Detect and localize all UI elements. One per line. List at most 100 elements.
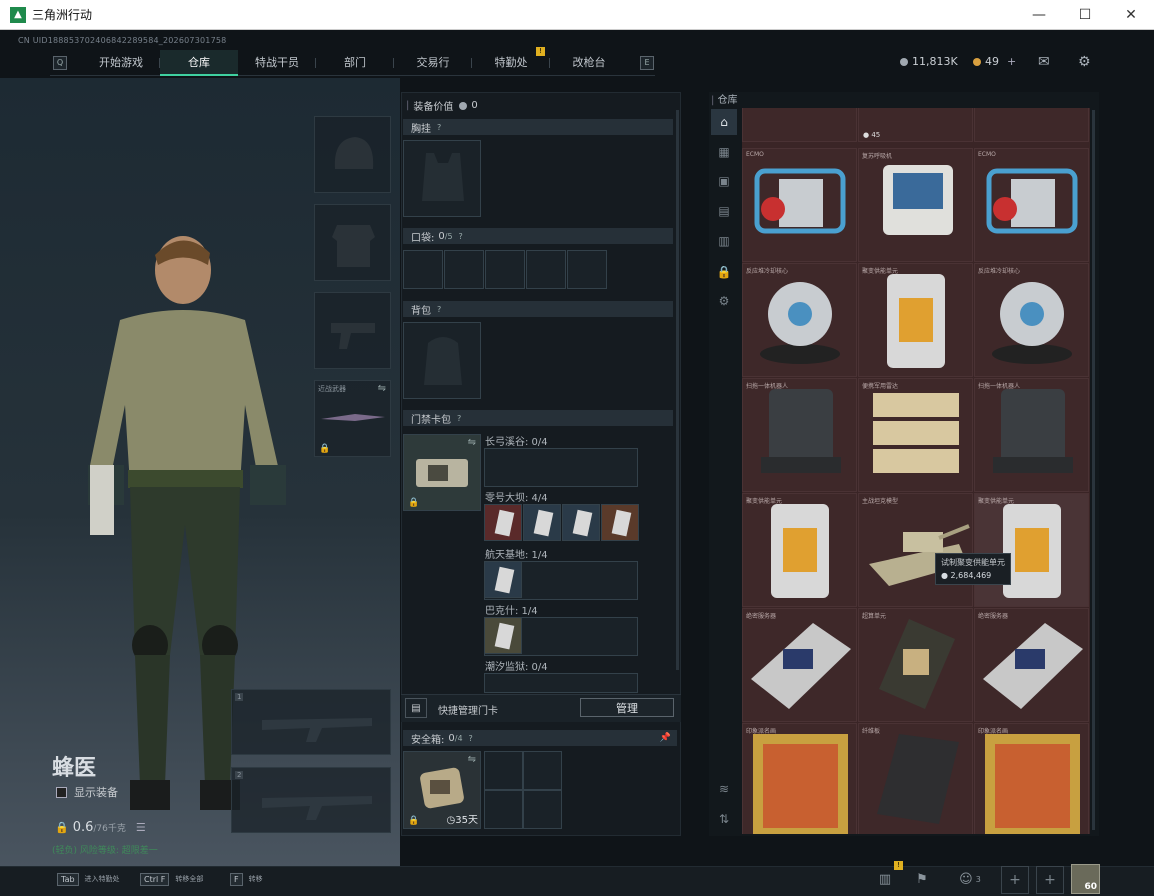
safe-slot[interactable] xyxy=(523,790,562,829)
settings-gear-icon[interactable]: ⚙ xyxy=(1078,54,1091,70)
maximize-button[interactable]: ☐ xyxy=(1062,0,1108,30)
add-currency-icon[interactable]: + xyxy=(1007,55,1016,68)
hint-transfer-all[interactable]: Ctrl F 转移全部 xyxy=(140,868,203,890)
pin-icon[interactable]: 📌 xyxy=(660,733,671,743)
swap-icon[interactable]: ⇋ xyxy=(468,754,476,765)
invite-slot-button[interactable]: + xyxy=(1036,866,1064,894)
helmet-slot[interactable] xyxy=(314,116,391,193)
warehouse-item-painting[interactable]: 印象派名画 xyxy=(742,723,857,834)
warehouse-item-painting[interactable]: 印象派名画 xyxy=(974,723,1089,834)
manage-button[interactable]: 管理 xyxy=(580,698,674,717)
swap-icon[interactable]: ⇋ xyxy=(468,437,476,448)
primary-weapon-slot-2[interactable]: 2 xyxy=(231,767,391,833)
keycard-row-label: 巴克什: 1/4 xyxy=(485,606,538,617)
keycard-item[interactable] xyxy=(484,504,522,541)
warehouse-item-robot-vacuum[interactable]: 扫拖一体机器人 xyxy=(974,378,1089,492)
keycard-item[interactable] xyxy=(523,504,561,541)
help-icon[interactable]: ? xyxy=(469,734,473,743)
layers-icon[interactable]: ≋ xyxy=(711,776,737,802)
gear-filter-icon[interactable]: ⚙ xyxy=(711,288,737,314)
keycard-manage-icon[interactable]: ▤ xyxy=(405,698,427,718)
player-avatar[interactable]: 60 xyxy=(1071,864,1100,894)
warehouse-item-radar[interactable]: 便携军用雷达 xyxy=(858,378,973,492)
show-gear-toggle[interactable]: 显示装备 xyxy=(56,784,118,800)
warehouse-item-ecmo[interactable]: ECMO xyxy=(742,148,857,262)
pocket-slot[interactable] xyxy=(403,250,443,289)
items-filter-icon[interactable]: ▥ xyxy=(711,228,737,254)
help-icon[interactable]: ? xyxy=(459,232,463,241)
hint-special-ops[interactable]: Tab 进入特勤处 xyxy=(57,868,120,890)
pistol-slot[interactable] xyxy=(314,292,391,369)
tab-gunsmith[interactable]: 改枪台 xyxy=(550,50,628,76)
keycard-pack-slot[interactable]: ⇋ 🔒 xyxy=(403,434,481,511)
warehouse-item-reactor-core[interactable]: 反应堆冷却核心 xyxy=(742,263,857,377)
lock-filter-icon[interactable]: 🔒 xyxy=(711,259,737,285)
warehouse-item-fusion-unit[interactable]: 聚变供能单元 xyxy=(858,263,973,377)
warehouse-home-icon[interactable]: ⌂ xyxy=(711,109,737,135)
minimize-button[interactable]: — xyxy=(1016,0,1062,30)
safe-slot[interactable] xyxy=(484,790,523,829)
warehouse-item-reactor-core[interactable]: 反应堆冷却核心 xyxy=(974,263,1089,377)
backpack-slot[interactable] xyxy=(403,322,481,399)
pocket-slot[interactable] xyxy=(567,250,607,289)
warehouse-item-fusion-unit[interactable]: 聚变供能单元 xyxy=(742,493,857,607)
pocket-slot[interactable] xyxy=(444,250,484,289)
warehouse-item[interactable] xyxy=(974,108,1089,142)
warehouse-item-server[interactable]: 绝密服务器 xyxy=(974,608,1089,722)
warehouse-item-fusion-unit[interactable]: 聚变供能单元 xyxy=(974,493,1089,607)
pocket-slot[interactable] xyxy=(485,250,525,289)
warehouse-item-tank-model[interactable]: 主战坦克模型 xyxy=(858,493,973,607)
keycard-item[interactable] xyxy=(484,617,522,654)
list-icon[interactable]: ☰ xyxy=(136,821,146,834)
close-button[interactable]: ✕ xyxy=(1108,0,1154,30)
warehouse-item-robot-vacuum[interactable]: 扫拖一体机器人 xyxy=(742,378,857,492)
safe-slot[interactable] xyxy=(484,751,523,790)
warehouse-item-supercomputer[interactable]: 超算单元 xyxy=(858,608,973,722)
safe-box-slot[interactable]: ⇋ 🔒 ◷35天 xyxy=(403,751,481,829)
keycard-item[interactable] xyxy=(562,504,600,541)
help-icon[interactable]: ? xyxy=(437,123,441,132)
flag-icon[interactable]: ⚑ xyxy=(908,868,936,890)
checkbox-icon[interactable] xyxy=(56,786,67,798)
warehouse-item[interactable]: ● 45 xyxy=(858,108,973,142)
pocket-slot[interactable] xyxy=(526,250,566,289)
loadout-scrollbar[interactable] xyxy=(676,110,679,670)
tab-warehouse[interactable]: 仓库 xyxy=(160,49,238,76)
mail-icon[interactable]: ✉ xyxy=(1038,54,1050,70)
armor-filter-icon[interactable]: ▣ xyxy=(711,168,737,194)
tab-department[interactable]: 部门 xyxy=(316,50,394,76)
stats-chart-icon[interactable]: ▥ xyxy=(871,868,899,890)
item-tooltip: 试制聚变供能单元 ● 2,684,469 xyxy=(935,553,1011,585)
keycard-row[interactable] xyxy=(484,448,638,487)
fusion-unit-icon xyxy=(1003,504,1061,598)
keycard-row[interactable] xyxy=(484,673,638,693)
tab-start-game[interactable]: 开始游戏 xyxy=(82,50,160,76)
safe-slot[interactable] xyxy=(523,751,562,790)
help-icon[interactable]: ? xyxy=(457,414,461,423)
invite-slot-button[interactable]: + xyxy=(1001,866,1029,894)
ammo-filter-icon[interactable]: ▤ xyxy=(711,198,737,224)
weapons-filter-icon[interactable]: ▦ xyxy=(711,139,737,165)
team-button[interactable]: ☺ 3 xyxy=(950,868,990,890)
section-label: 门禁卡包 xyxy=(411,414,451,426)
keycard-item[interactable] xyxy=(484,561,522,598)
chest-rig-slot[interactable] xyxy=(403,140,481,217)
warehouse-item-server[interactable]: 绝密服务器 xyxy=(742,608,857,722)
warehouse-item-ventilator[interactable]: 复苏呼吸机 xyxy=(858,148,973,262)
section-label: 背包 xyxy=(411,305,431,317)
warehouse-scrollbar[interactable] xyxy=(1092,110,1095,830)
tab-operators[interactable]: 特战干员 xyxy=(238,50,316,76)
keycard-item[interactable] xyxy=(601,504,639,541)
fusion-unit-icon xyxy=(771,504,829,598)
help-icon[interactable]: ? xyxy=(437,305,441,314)
warehouse-item-fiberboard[interactable]: 纤维板 xyxy=(858,723,973,834)
swap-icon[interactable]: ⇋ xyxy=(378,383,386,394)
warehouse-item[interactable] xyxy=(742,108,857,142)
primary-weapon-slot-1[interactable]: 1 xyxy=(231,689,391,755)
melee-slot[interactable]: 近战武器 ⇋ 🔒 xyxy=(314,380,391,457)
armor-slot[interactable] xyxy=(314,204,391,281)
tab-market[interactable]: 交易行 xyxy=(394,50,472,76)
hint-transfer[interactable]: F 转移 xyxy=(230,868,263,890)
warehouse-item-ecmo[interactable]: ECMO xyxy=(974,148,1089,262)
sort-icon[interactable]: ⇅ xyxy=(711,806,737,832)
